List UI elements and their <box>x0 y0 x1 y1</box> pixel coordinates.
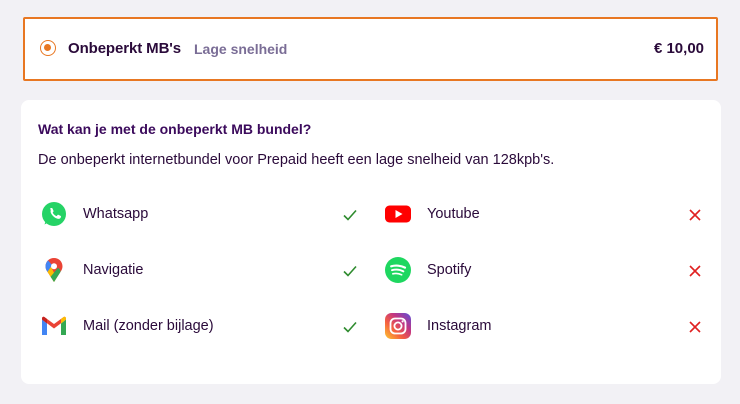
info-heading: Wat kan je met de onbeperkt MB bundel? <box>38 121 312 137</box>
cross-icon <box>689 321 701 333</box>
check-icon <box>343 265 357 277</box>
feature-row-mail: Mail (zonder bijlage) <box>40 312 360 342</box>
spotify-icon <box>385 257 411 283</box>
feature-label: Youtube <box>427 206 480 222</box>
info-description: De onbeperkt internetbundel voor Prepaid… <box>38 152 555 168</box>
feature-row-navigatie: Navigatie <box>40 256 360 286</box>
bundle-option-card[interactable]: Onbeperkt MB's Lage snelheid € 10,00 <box>23 17 718 81</box>
gmail-icon <box>42 316 66 335</box>
cross-icon <box>689 209 701 221</box>
google-maps-icon <box>45 258 63 282</box>
feature-label: Whatsapp <box>83 206 149 222</box>
cross-icon <box>689 265 701 277</box>
check-icon <box>343 321 357 333</box>
option-radio-button[interactable] <box>40 40 56 56</box>
feature-row-instagram: Instagram <box>384 312 704 342</box>
option-title: Onbeperkt MB's <box>68 40 182 57</box>
feature-row-youtube: Youtube <box>384 200 704 230</box>
feature-label: Instagram <box>427 318 492 334</box>
feature-row-whatsapp: Whatsapp <box>40 200 360 230</box>
option-price: € 10,00 <box>653 40 704 57</box>
youtube-icon <box>385 205 411 223</box>
feature-label: Mail (zonder bijlage) <box>83 318 214 334</box>
whatsapp-icon <box>42 202 66 226</box>
instagram-icon <box>385 313 411 339</box>
feature-row-spotify: Spotify <box>384 256 704 286</box>
option-subtitle: Lage snelheid <box>194 41 288 57</box>
check-icon <box>343 209 357 221</box>
bundle-info-panel: Wat kan je met de onbeperkt MB bundel? D… <box>21 100 721 384</box>
feature-label: Navigatie <box>83 262 144 278</box>
radio-selected-dot <box>44 44 51 51</box>
feature-label: Spotify <box>427 262 472 278</box>
